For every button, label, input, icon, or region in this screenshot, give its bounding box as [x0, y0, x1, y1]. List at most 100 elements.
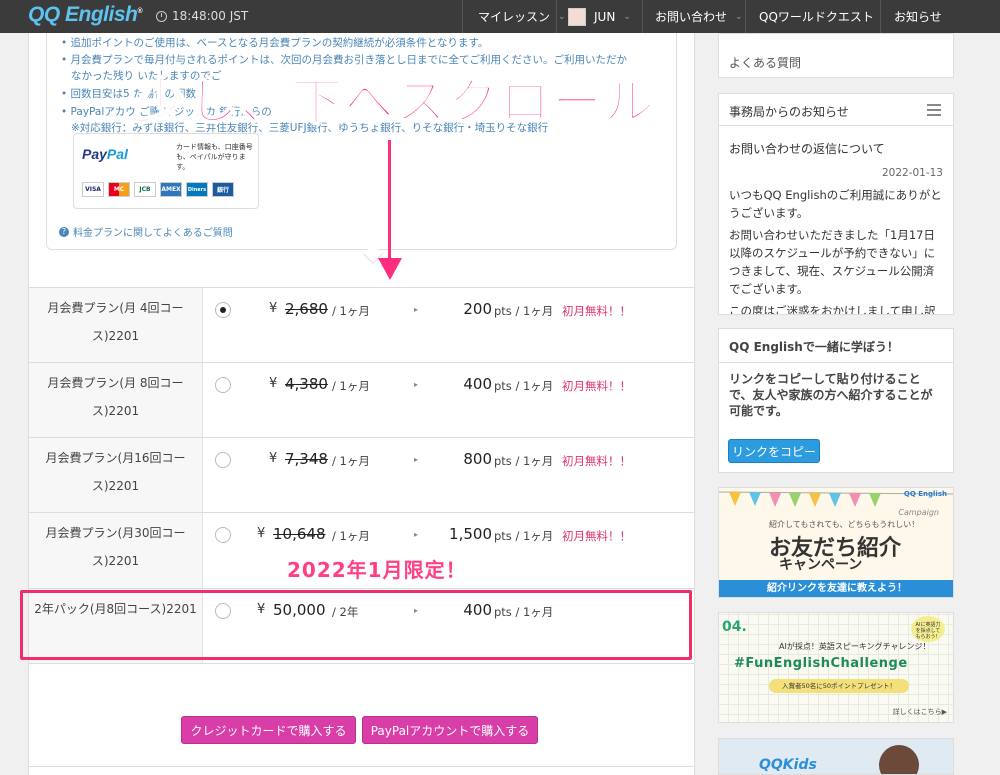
arrow-right-icon: ▸ — [414, 305, 419, 314]
banner2-prize: 入賞者50名に50ポイントプレゼント！ — [769, 679, 909, 693]
referral-title: QQ Englishで一緒に学ぼう！ — [719, 329, 953, 363]
nav-contact[interactable]: お問い合わせ ⌄ — [655, 0, 743, 33]
nav-world-quest-label: QQワールドクエスト — [759, 10, 874, 24]
points-unit: pts / 1ヶ月 — [494, 379, 554, 393]
plan-price: 10,648 — [273, 525, 326, 543]
plan-row[interactable]: 月会費プラン(月 4回コース)2201 ¥ 2,680 / 1ヶ月 ▸ 200 … — [29, 287, 694, 362]
limited-offer-callout: 2022年1月限定！ — [287, 558, 467, 582]
arrow-right-icon: ▸ — [414, 380, 419, 389]
price-period: / 1ヶ月 — [332, 379, 370, 393]
plan-radio[interactable] — [215, 452, 231, 468]
banner1-sub: キャンペーン — [779, 557, 863, 573]
nav-user-menu[interactable]: JUN ⌄ — [568, 0, 631, 33]
sidebar-referral-box: QQ Englishで一緒に学ぼう！ リンクをコピーして貼り付けることで、友人や… — [718, 328, 954, 473]
banner2-more-link[interactable]: 詳しくはこちら▶ — [893, 707, 947, 717]
plan-name: 月会費プラン(月16回コース)2201 — [29, 438, 203, 512]
diners-icon: Diners — [186, 182, 208, 197]
sidebar-faq-link[interactable]: よくある質問 — [729, 54, 801, 71]
paypal-note: カード情報も、口座番号も、ペイパルが守ります。 — [176, 143, 253, 171]
fun-english-challenge-banner[interactable]: 04. AIが採点！英語スピーキングチャレンジ！ AIに英語力を採点してもらおう… — [718, 612, 954, 723]
copy-link-button[interactable]: リンクをコピー — [728, 439, 820, 463]
price-period: / 1ヶ月 — [332, 454, 370, 468]
pricing-faq-label: 料金プランに関してよくあるご質問 — [73, 228, 233, 239]
nav-news[interactable]: お知らせ — [894, 0, 942, 33]
banner2-number: 04. — [722, 619, 747, 635]
scroll-arrow-shaft — [388, 140, 391, 262]
nav-world-quest[interactable]: QQワールドクエスト — [759, 0, 874, 33]
promo-badge: 初月無料！！ — [562, 379, 631, 393]
plan-radio[interactable] — [215, 302, 231, 318]
pricing-faq-link[interactable]: ? 料金プランに関してよくあるご質問 — [59, 224, 233, 239]
nav-divider — [642, 0, 643, 33]
promo-badge: 初月無料！！ — [562, 304, 631, 318]
paypal-info-card: PayPal カード情報も、口座番号も、ペイパルが守ります。 VISA MC J… — [73, 133, 259, 209]
plan-points: 200 — [463, 300, 492, 318]
chevron-down-icon: ⌄ — [623, 11, 631, 22]
nav-divider — [745, 0, 746, 33]
nav-news-label: お知らせ — [894, 10, 942, 24]
notice-paragraph: お問い合わせいただきました「1月17日以降のスケジュールが予約できない」につきま… — [729, 228, 936, 296]
price-period: / 1ヶ月 — [332, 304, 370, 318]
plan-points: 1,500 — [449, 525, 492, 543]
plan-row[interactable]: 月会費プラン(月16回コース)2201 ¥ 7,348 / 1ヶ月 ▸ 800 … — [29, 437, 694, 512]
banner1-strip: 紹介リンクを友達に教えよう！ — [719, 580, 953, 597]
list-icon[interactable] — [927, 104, 941, 116]
section-divider — [29, 766, 694, 767]
sidebar-faq-box: よくある質問 — [718, 33, 954, 78]
buy-credit-card-button[interactable]: クレジットカードで購入する — [181, 716, 356, 744]
card-brand-list: VISA MC JCB AMEX Diners 銀行 — [82, 182, 234, 197]
qq-english-logo[interactable]: QQ English® — [28, 3, 142, 27]
nav-divider — [880, 0, 881, 33]
currency-symbol: ¥ — [269, 301, 278, 316]
currency-symbol: ¥ — [269, 451, 278, 466]
notice-paragraph: この度はご迷惑をおかけしまして申し訳ご — [729, 304, 936, 315]
plan-price: 4,380 — [285, 375, 328, 393]
user-name: JUN — [594, 9, 616, 24]
question-icon: ? — [59, 226, 69, 237]
promo-badge: 初月無料！！ — [562, 454, 631, 468]
banner1-campaign: Campaign — [898, 508, 939, 517]
nav-my-lesson[interactable]: マイレッスン ⌄ — [478, 0, 566, 33]
banner2-title: #FunEnglishChallenge — [734, 656, 908, 671]
plan-table-bottom — [29, 663, 694, 664]
notice-body: お問い合わせの返信について 2022-01-13 いつもQQ Englishのご… — [719, 126, 953, 315]
two-year-pack-highlight — [20, 590, 692, 660]
qq-english-mini-logo: QQ English — [903, 490, 947, 498]
clock: 18:48:00 JST — [156, 9, 248, 23]
points-unit: pts / 1ヶ月 — [494, 529, 554, 543]
currency-symbol: ¥ — [257, 526, 266, 541]
plan-radio[interactable] — [215, 527, 231, 543]
main-content: • 追加ポイントのご使用は、ベースとなる月会費プランの契約継続が必須条件となりま… — [28, 33, 695, 775]
currency-symbol: ¥ — [269, 376, 278, 391]
notice-title: 事務局からのお知らせ — [729, 105, 849, 119]
sidebar-notice-box: 事務局からのお知らせ お問い合わせの返信について 2022-01-13 いつもQ… — [718, 93, 954, 315]
logo-registered-mark: ® — [137, 8, 143, 15]
points-unit: pts / 1ヶ月 — [494, 304, 554, 318]
arrow-right-icon: ▸ — [414, 530, 419, 539]
clock-icon — [156, 10, 167, 22]
friend-referral-banner[interactable]: QQ English 紹介してもされても、どちらもうれしい！ Campaign … — [718, 487, 954, 598]
nav-contact-label: お問い合わせ — [655, 10, 728, 24]
qq-kids-banner[interactable]: QQKids — [718, 738, 954, 775]
plan-row[interactable]: 月会費プラン(月 8回コース)2201 ¥ 4,380 / 1ヶ月 ▸ 400 … — [29, 362, 694, 437]
banner2-top: AIが採点！英語スピーキングチャレンジ！ — [779, 642, 931, 651]
notice-header: 事務局からのお知らせ — [719, 94, 953, 126]
buy-paypal-button[interactable]: PayPalアカウントで購入する — [362, 716, 538, 744]
scroll-instruction-overlay: 少し、下へスクロール — [135, 72, 656, 132]
mastercard-icon: MC — [108, 182, 130, 197]
paypal-logo: PayPal — [82, 146, 128, 162]
notice-item-title[interactable]: お問い合わせの返信について — [729, 140, 943, 158]
referral-text: リンクをコピーして貼り付けることで、友人や家族の方へ紹介することが可能です。 — [729, 372, 933, 418]
banner2-bubble: AIに英語力を採点してもらおう！ — [911, 616, 945, 642]
banner1-small-text: 紹介してもされても、どちらもうれしい！ — [769, 520, 920, 529]
visa-icon: VISA — [82, 182, 104, 197]
plan-radio[interactable] — [215, 377, 231, 393]
price-period: / 1ヶ月 — [332, 529, 370, 543]
arrow-right-icon: ▸ — [414, 455, 419, 464]
qq-kids-logo: QQKids — [759, 757, 817, 773]
nav-my-lesson-label: マイレッスン — [478, 10, 551, 24]
bank-icon: 銀行 — [212, 182, 234, 197]
chevron-down-icon: ⌄ — [558, 11, 566, 22]
plan-points: 800 — [463, 450, 492, 468]
current-time: 18:48:00 JST — [172, 9, 249, 23]
